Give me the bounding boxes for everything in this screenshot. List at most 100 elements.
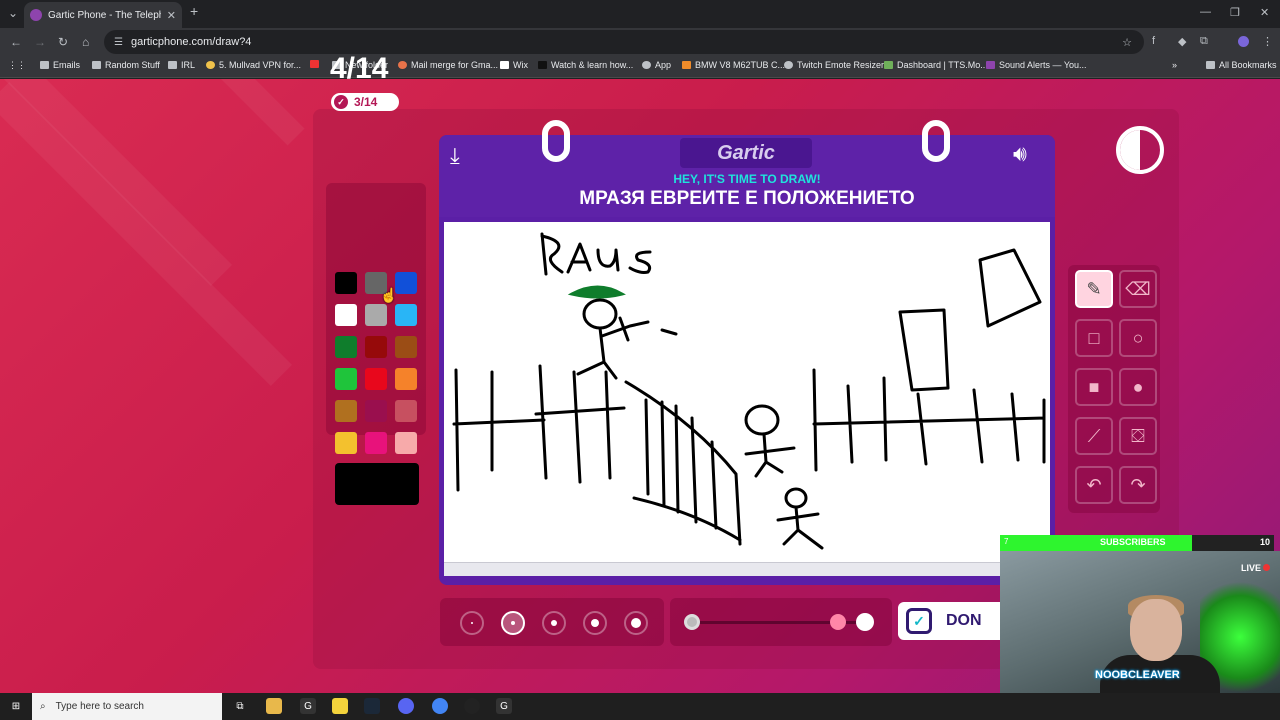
star-icon[interactable]: ☆ (1122, 36, 1132, 49)
color-swatch[interactable] (395, 368, 417, 390)
close-window-icon[interactable]: ✕ (1260, 6, 1269, 19)
color-swatch[interactable] (395, 432, 417, 454)
profile-avatar[interactable] (1238, 36, 1249, 47)
bookmark-wix[interactable]: Wix (500, 60, 528, 70)
bookmark-irl[interactable]: IRL (168, 60, 195, 70)
line-icon[interactable]: ⟋ (1075, 417, 1113, 455)
eraser-icon[interactable]: ⌫ (1119, 270, 1157, 308)
bookmark-youtube[interactable] (310, 60, 319, 68)
fence-right (812, 368, 1046, 472)
bookmark-watch-learn[interactable]: Watch & learn how... (538, 60, 633, 70)
sticky-notes-icon[interactable] (332, 698, 348, 714)
color-swatch[interactable] (365, 400, 387, 422)
volume-icon[interactable]: 🔊︎ (1013, 141, 1027, 167)
color-swatch[interactable] (395, 336, 417, 358)
bmw-site-icon (682, 61, 691, 69)
tower (898, 308, 950, 392)
drawing-canvas[interactable] (444, 222, 1050, 562)
bucket-icon[interactable]: ⛋ (1119, 417, 1157, 455)
menu-icon[interactable]: ⋮ (1262, 35, 1273, 48)
binder-ring (922, 120, 950, 162)
folder-icon (1206, 61, 1215, 69)
pen-size-option[interactable] (624, 611, 648, 635)
close-tab-icon[interactable]: ✕ (167, 9, 176, 22)
color-swatch[interactable] (395, 304, 417, 326)
extension-f-icon[interactable]: f (1152, 35, 1155, 47)
task-view-icon[interactable]: ⧉ (232, 698, 248, 714)
stroke-letter (596, 248, 620, 272)
extensions-puzzle-icon[interactable]: ⧉ (1200, 35, 1208, 48)
bg-stripe (75, 79, 305, 146)
download-icon[interactable]: ⤓ (450, 143, 460, 169)
color-swatch[interactable] (365, 336, 387, 358)
pen-size-option[interactable] (542, 611, 566, 635)
color-swatch[interactable] (365, 304, 387, 326)
color-swatch[interactable] (335, 432, 357, 454)
tab-search-icon[interactable]: ⌄ (8, 6, 18, 20)
color-swatch[interactable] (335, 304, 357, 326)
redo-icon[interactable]: ↷ (1119, 466, 1157, 504)
pen-size-option[interactable] (501, 611, 525, 635)
bg-stripe (0, 81, 293, 387)
bookmark-random-stuff[interactable]: Random Stuff (92, 60, 160, 70)
opacity-handle[interactable] (856, 613, 874, 631)
restore-icon[interactable]: ❐ (1230, 6, 1240, 19)
home-icon[interactable]: ⌂ (82, 35, 89, 49)
square-filled-icon[interactable]: ■ (1075, 368, 1113, 406)
square-outline-icon[interactable]: □ (1075, 319, 1113, 357)
gartic-favicon-icon (30, 9, 42, 21)
forward-icon[interactable]: → (34, 35, 46, 49)
pen-size-option[interactable] (583, 611, 607, 635)
all-bookmarks[interactable]: All Bookmarks (1206, 60, 1277, 70)
color-swatch[interactable] (395, 272, 417, 294)
circle-outline-icon[interactable]: ○ (1119, 319, 1157, 357)
mouse-cursor-icon: ☝ (380, 287, 398, 303)
undo-icon[interactable]: ↶ (1075, 466, 1113, 504)
color-swatch[interactable] (395, 400, 417, 422)
address-bar[interactable]: ☰ garticphone.com/draw?4 ☆ (104, 30, 1144, 54)
stickman-head (582, 298, 618, 330)
bookmark-sound-alerts[interactable]: Sound Alerts — You... (986, 60, 1087, 70)
chrome-icon[interactable] (432, 698, 448, 714)
opacity-slider[interactable] (670, 598, 892, 646)
file-explorer-icon[interactable] (266, 698, 282, 714)
color-swatch[interactable] (335, 400, 357, 422)
stickman-body (776, 505, 824, 550)
tab-gartic[interactable]: Gartic Phone - The Telephone G ✕ (24, 2, 182, 28)
bookmark-bmw[interactable]: BMW V8 M62TUB C... (682, 60, 785, 70)
pen-size-option[interactable] (460, 611, 484, 635)
color-swatch[interactable] (365, 432, 387, 454)
opacity-mid-icon (830, 614, 846, 630)
minimize-icon[interactable]: — (1200, 6, 1211, 18)
bookmark-emails[interactable]: Emails (40, 60, 80, 70)
color-swatch[interactable] (335, 368, 357, 390)
circle-filled-icon[interactable]: ● (1119, 368, 1157, 406)
obs-icon[interactable] (464, 698, 480, 714)
back-icon[interactable]: ← (10, 35, 22, 49)
color-swatch[interactable] (335, 272, 357, 294)
more-bookmarks-icon[interactable]: » (1172, 60, 1177, 70)
players-done-count: 3/14 (354, 95, 378, 109)
windows-start-icon[interactable]: ⊞ (8, 698, 24, 714)
site-info-icon[interactable]: ☰ (114, 37, 123, 48)
bookmark-app[interactable]: App (642, 60, 671, 70)
steam-icon[interactable] (364, 698, 380, 714)
bookmark-mullvad[interactable]: 5. Mullvad VPN for... (206, 60, 301, 70)
bookmark-mail-merge[interactable]: Mail merge for Gma... (398, 60, 498, 70)
taskbar-search[interactable]: ⌕ Type here to search (32, 693, 222, 720)
check-icon: ✓ (906, 608, 932, 634)
app-g-icon[interactable]: G (300, 698, 316, 714)
new-tab-icon[interactable]: + (190, 3, 198, 19)
app-g2-icon[interactable]: G (496, 698, 512, 714)
color-swatch[interactable] (365, 368, 387, 390)
bookmark-twitch-emote[interactable]: Twitch Emote Resizer (784, 60, 884, 70)
bookmark-dashboard[interactable]: Dashboard | TTS.Mo... (884, 60, 988, 70)
color-swatch[interactable] (335, 336, 357, 358)
done-button[interactable]: ✓ DON (898, 602, 1008, 640)
reload-icon[interactable]: ↻ (58, 35, 68, 49)
pen-icon[interactable]: ✎ (1075, 270, 1113, 308)
apps-icon[interactable]: ⋮⋮ (8, 60, 26, 71)
extension-icon[interactable]: ◆ (1178, 35, 1186, 48)
search-icon: ⌕ (40, 701, 46, 712)
discord-icon[interactable] (398, 698, 414, 714)
